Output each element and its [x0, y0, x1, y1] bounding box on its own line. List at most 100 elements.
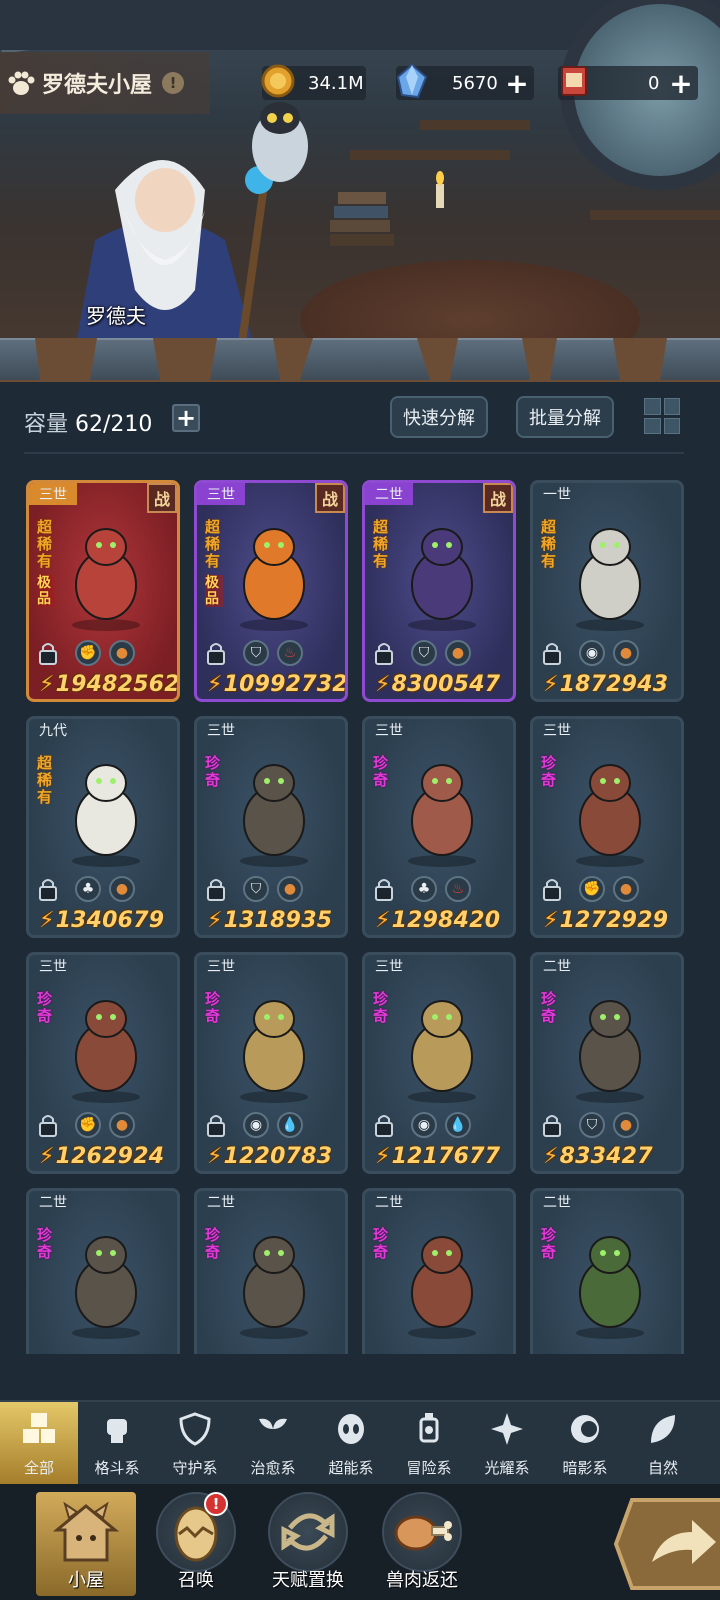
- nav-talent-swap[interactable]: 天赋置换: [258, 1492, 358, 1596]
- rarity-tag: 珍奇: [37, 990, 53, 1025]
- pet-card[interactable]: 二世 战超稀有 ⛉ ● ⚡8300547: [362, 480, 516, 702]
- expand-capacity-button[interactable]: +: [172, 404, 200, 432]
- rarity-tag: 珍奇: [373, 990, 389, 1025]
- batch-decompose-button[interactable]: 批量分解: [516, 396, 614, 438]
- house-icon: [46, 1492, 126, 1572]
- pet-card[interactable]: 三世 珍奇 ✊ ● ⚡1272929: [530, 716, 684, 938]
- shield-icon: ⛉: [243, 876, 269, 902]
- lock-icon[interactable]: [37, 641, 59, 665]
- resource-gold: 34.1M: [261, 64, 366, 100]
- generation-tag: 一世: [543, 487, 571, 503]
- generation-tag: 二世: [207, 1195, 235, 1211]
- go-arrow-button[interactable]: [612, 1492, 720, 1596]
- monster-portrait: [240, 764, 308, 867]
- lock-icon[interactable]: [541, 641, 563, 665]
- category-label: 格斗系: [94, 1458, 140, 1477]
- pet-card[interactable]: 二世 珍奇: [362, 1188, 516, 1354]
- generation-tag: 二世: [365, 483, 413, 505]
- category-tab[interactable]: 格斗系: [78, 1402, 156, 1486]
- pet-card[interactable]: 三世 战超稀有 极品 ⛉ ♨ ⚡10992732: [194, 480, 348, 702]
- category-tab[interactable]: 全部: [0, 1402, 78, 1486]
- shield-icon: ⛉: [579, 1112, 605, 1138]
- power-value: ⚡1298420: [375, 908, 501, 933]
- leaf-icon: [645, 1411, 681, 1457]
- generation-tag: 三世: [29, 483, 77, 505]
- water-icon: 💧: [277, 1112, 303, 1138]
- lock-icon[interactable]: [373, 1113, 395, 1137]
- lock-icon[interactable]: [37, 1113, 59, 1137]
- pet-card[interactable]: 三世 珍奇 ◉ 💧 ⚡1217677: [362, 952, 516, 1174]
- fire-icon: ♨: [277, 640, 303, 666]
- info-icon[interactable]: !: [162, 72, 185, 94]
- quick-decompose-button[interactable]: 快速分解: [390, 396, 488, 438]
- lantern-icon: [411, 1411, 447, 1457]
- house-title-bar[interactable]: 罗德夫小屋 !: [0, 52, 210, 114]
- category-tab[interactable]: 治愈系: [234, 1402, 312, 1486]
- generation-tag: 三世: [207, 723, 235, 739]
- power-value: ⚡1340679: [39, 908, 165, 933]
- rarity-tag: 珍奇: [373, 754, 389, 789]
- sprout-icon: [255, 1411, 291, 1457]
- lock-icon[interactable]: [205, 641, 227, 665]
- lock-icon[interactable]: [205, 1113, 227, 1137]
- meat-icon: ●: [109, 640, 135, 666]
- lock-icon[interactable]: [373, 877, 395, 901]
- ticket-icon: [561, 66, 587, 96]
- meat-icon: ●: [613, 640, 639, 666]
- generation-tag: 三世: [197, 483, 245, 505]
- shelf: [420, 120, 530, 130]
- lock-icon[interactable]: [373, 641, 395, 665]
- category-tab[interactable]: 光耀系: [468, 1402, 546, 1486]
- monster-portrait: [576, 528, 644, 631]
- nav-meat-return[interactable]: 兽肉返还: [372, 1492, 472, 1596]
- pet-card[interactable]: 三世 珍奇 ◉ 💧 ⚡1220783: [194, 952, 348, 1174]
- pet-card[interactable]: 三世 珍奇 ⛉ ● ⚡1318935: [194, 716, 348, 938]
- grid-view-toggle[interactable]: [642, 396, 682, 436]
- category-tab[interactable]: 冒险系: [390, 1402, 468, 1486]
- category-tab[interactable]: 超能系: [312, 1402, 390, 1486]
- rarity-tag: 超稀有: [541, 518, 557, 570]
- rarity-tag: 超稀有: [37, 518, 53, 570]
- lock-icon[interactable]: [541, 877, 563, 901]
- rarity-tag: 超稀有: [37, 754, 53, 806]
- pet-card[interactable]: 二世 珍奇: [194, 1188, 348, 1354]
- meat-icon: ●: [109, 876, 135, 902]
- pet-card[interactable]: 三世 珍奇 ♣ ♨ ⚡1298420: [362, 716, 516, 938]
- nav-hut[interactable]: 小屋: [36, 1492, 136, 1596]
- pet-card[interactable]: 三世 珍奇 ✊ ● ⚡1262924: [26, 952, 180, 1174]
- category-label: 全部: [23, 1458, 54, 1477]
- add-ticket-button[interactable]: +: [664, 66, 698, 100]
- monster-portrait: [408, 528, 476, 631]
- rarity-tag: 珍奇: [205, 1226, 221, 1261]
- gold-value: 34.1M: [308, 72, 364, 94]
- pet-card[interactable]: 一世 超稀有 ◉ ● ⚡1872943: [530, 480, 684, 702]
- add-crystal-button[interactable]: +: [500, 66, 534, 100]
- lock-icon[interactable]: [205, 877, 227, 901]
- alien-icon: [333, 1411, 369, 1457]
- lock-icon[interactable]: [541, 1113, 563, 1137]
- book-stack: [330, 192, 394, 246]
- meat-icon: ●: [277, 876, 303, 902]
- peak-quality-tag: 极品: [205, 575, 223, 607]
- power-value: ⚡10992732: [207, 672, 348, 697]
- page-title: 罗德夫小屋: [42, 73, 153, 98]
- alien-icon: ◉: [243, 1112, 269, 1138]
- power-value: ⚡1318935: [207, 908, 333, 933]
- monster-portrait: [576, 764, 644, 867]
- peak-quality-tag: 极品: [37, 575, 55, 607]
- capacity-display: 容量 62/210: [24, 406, 152, 438]
- category-tab[interactable]: 暗影系: [546, 1402, 624, 1486]
- pet-card[interactable]: 二世 珍奇: [26, 1188, 180, 1354]
- pet-card[interactable]: 九代 超稀有 ♣ ● ⚡1340679: [26, 716, 180, 938]
- pet-card[interactable]: 三世 战超稀有 极品 ✊ ● ⚡19482562: [26, 480, 180, 702]
- nav-summon[interactable]: ! 召唤: [146, 1492, 246, 1596]
- monster-portrait: [72, 1236, 140, 1339]
- category-tab[interactable]: 自然: [624, 1402, 702, 1486]
- category-tab[interactable]: 守护系: [156, 1402, 234, 1486]
- pet-card[interactable]: 二世 珍奇: [530, 1188, 684, 1354]
- category-label: 守护系: [172, 1458, 218, 1477]
- generation-tag: 二世: [543, 1195, 571, 1211]
- lock-icon[interactable]: [37, 877, 59, 901]
- shield-icon: [177, 1411, 213, 1457]
- pet-card[interactable]: 二世 珍奇 ⛉ ● ⚡833427: [530, 952, 684, 1174]
